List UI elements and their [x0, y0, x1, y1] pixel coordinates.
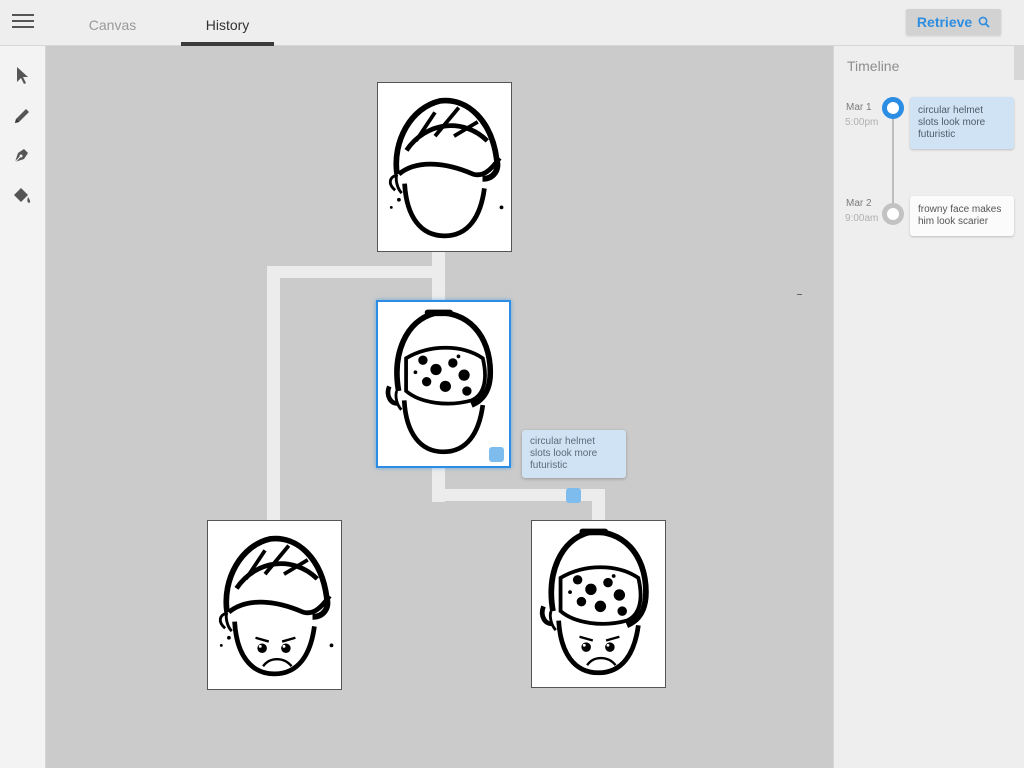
timeline-node-active[interactable]	[882, 97, 904, 119]
pencil-icon[interactable]	[11, 105, 33, 127]
version-thumbnail-root[interactable]	[377, 82, 512, 252]
tab-canvas[interactable]: Canvas	[66, 0, 159, 46]
pen-nib-icon[interactable]	[11, 144, 33, 166]
top-bar: Canvas History Retrieve	[0, 0, 1024, 46]
branch-connector	[267, 266, 280, 521]
tool-sidebar	[0, 46, 46, 768]
version-thumbnail-merged[interactable]	[531, 520, 666, 688]
version-thumbnail-selected[interactable]	[376, 300, 511, 468]
version-thumbnail-frowny[interactable]	[207, 520, 342, 690]
canvas-mark	[797, 294, 802, 295]
note-handle[interactable]	[489, 447, 504, 462]
retrieve-label: Retrieve	[916, 14, 973, 30]
search-icon	[978, 16, 990, 28]
branch-connector	[592, 489, 605, 521]
paint-bucket-icon[interactable]	[11, 185, 33, 207]
timeline-card[interactable]: circular helmet slots look more futurist…	[910, 97, 1014, 149]
timeline-line	[892, 116, 894, 216]
history-canvas[interactable]: circular helmet slots look more futurist…	[46, 46, 833, 768]
timeline-title: Timeline	[847, 58, 900, 74]
timeline-node[interactable]	[882, 203, 904, 225]
version-note: circular helmet slots look more futurist…	[522, 430, 626, 478]
hamburger-menu-icon[interactable]	[12, 14, 34, 30]
tab-history[interactable]: History	[181, 0, 274, 46]
cursor-arrow-icon[interactable]	[11, 64, 33, 86]
timeline-date: Mar 1	[846, 102, 872, 113]
retrieve-button[interactable]: Retrieve	[906, 9, 1001, 35]
branch-connector	[267, 266, 445, 278]
timeline-time: 5:00pm	[845, 117, 879, 128]
panel-scrollbar[interactable]	[1014, 46, 1024, 80]
timeline-date: Mar 2	[846, 198, 872, 209]
timeline-card[interactable]: frowny face makes him look scarier	[910, 196, 1014, 236]
timeline-time: 9:00am	[845, 213, 879, 224]
timeline-panel: Timeline Mar 1 5:00pm circular helmet sl…	[833, 46, 1024, 768]
branch-handle[interactable]	[566, 488, 581, 503]
